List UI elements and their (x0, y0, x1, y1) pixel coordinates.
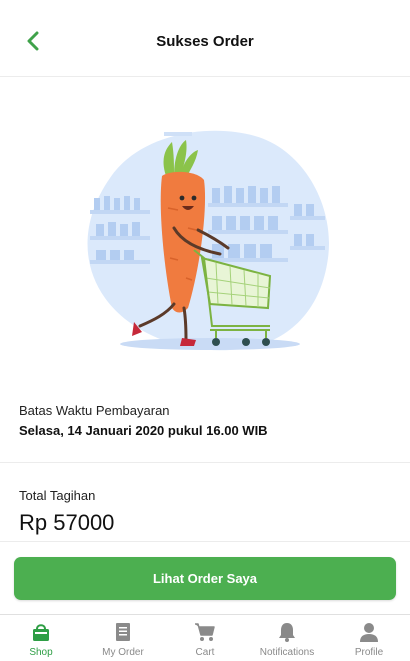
tab-cart[interactable]: Cart (164, 615, 246, 661)
total-bill: Total Tagihan Rp 57000 (19, 487, 114, 537)
deadline-label: Batas Waktu Pembayaran (19, 403, 170, 418)
tab-label: Shop (29, 647, 53, 658)
page-title: Sukses Order (156, 33, 254, 50)
tab-profile[interactable]: Profile (328, 615, 410, 661)
bell-icon (276, 621, 298, 643)
app-header: Sukses Order (0, 0, 410, 77)
person-icon (358, 621, 380, 643)
carrot-shopping-cart-illustration (87, 130, 330, 351)
bottom-tab-bar: Shop My Order Cart Notifications Profile (0, 614, 410, 661)
shopping-bag-icon (30, 621, 52, 643)
divider (0, 541, 410, 542)
tab-label: Notifications (259, 647, 315, 658)
total-value: Rp 57000 (19, 510, 115, 535)
tab-shop[interactable]: Shop (0, 615, 82, 661)
tab-my-order[interactable]: My Order (82, 615, 164, 661)
deadline-value: Selasa, 14 Januari 2020 pukul 16.00 WIB (19, 423, 268, 438)
divider (0, 462, 410, 463)
tab-label: Profile (354, 647, 384, 658)
tab-label: My Order (102, 647, 144, 658)
total-label: Total Tagihan (19, 488, 96, 503)
cart-icon (194, 621, 216, 643)
payment-deadline: Batas Waktu Pembayaran Selasa, 14 Januar… (19, 402, 391, 440)
tab-label: Cart (195, 647, 215, 658)
receipt-icon (112, 621, 134, 643)
tab-notifications[interactable]: Notifications (246, 615, 328, 661)
view-my-order-button[interactable]: Lihat Order Saya (14, 557, 396, 600)
